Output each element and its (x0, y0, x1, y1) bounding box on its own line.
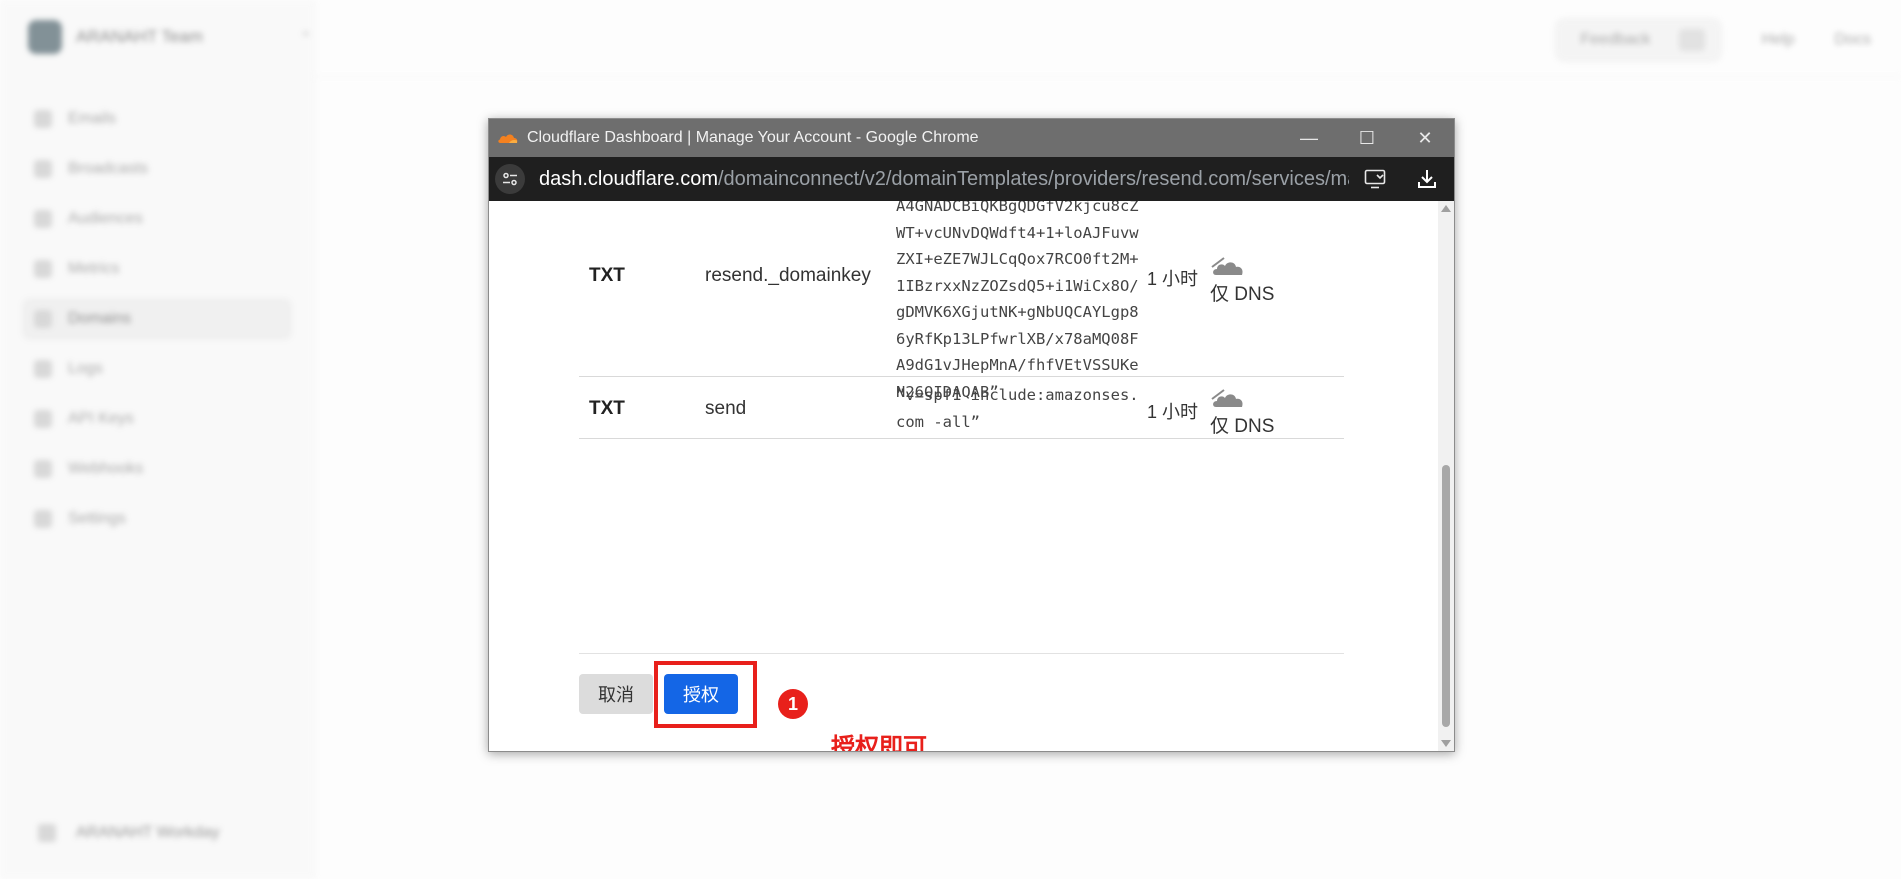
record-ttl: 1 小时 (1147, 269, 1199, 289)
address-bar: dash.cloudflare.com/domainconnect/v2/dom… (489, 157, 1454, 201)
annotation-step-marker: 1 (778, 689, 808, 719)
workspace-name: ARANAHT Team (76, 27, 203, 46)
globe-icon (34, 310, 52, 328)
sidebar-nav: Emails Broadcasts Audiences Metrics Doma… (22, 98, 292, 548)
record-name: send (705, 398, 747, 419)
workspace-logo (28, 20, 62, 54)
sidebar-item-emails[interactable]: Emails (22, 98, 292, 140)
window-titlebar: Cloudflare Dashboard | Manage Your Accou… (489, 119, 1454, 157)
header-divider (315, 76, 1901, 77)
record-type: TXT (589, 398, 625, 419)
shortcut-key-icon (1678, 29, 1705, 51)
cloudflare-logo-icon (498, 134, 518, 143)
scroll-up-icon[interactable] (1441, 205, 1451, 212)
user-name: ARANAHT Workday (76, 824, 220, 841)
record-content: ”v=spf1 include:amazonses.com -all” (896, 386, 1139, 431)
sidebar-item-domains[interactable]: Domains (22, 298, 292, 340)
url-field[interactable]: dash.cloudflare.com/domainconnect/v2/dom… (539, 168, 1349, 191)
chart-icon (34, 260, 52, 278)
scroll-down-icon[interactable] (1441, 740, 1451, 747)
install-app-icon[interactable] (1349, 169, 1401, 189)
dns-record-row: TXT send ”v=spf1 include:amazonses.com -… (579, 377, 1344, 439)
record-type: TXT (589, 265, 625, 286)
dns-only-cloud-icon (1211, 257, 1243, 275)
scrollbar-thumb[interactable] (1442, 465, 1450, 727)
download-icon[interactable] (1401, 169, 1453, 189)
users-icon (34, 210, 52, 228)
minimize-icon[interactable]: — (1280, 128, 1338, 149)
close-icon[interactable]: ✕ (1396, 128, 1454, 149)
record-content: A4GNADCBiQKBgQDGfV2kjcu8cZWT+vcUNvDQWdft… (896, 201, 1139, 401)
popup-window: Cloudflare Dashboard | Manage Your Accou… (488, 118, 1455, 752)
sidebar-item-api-keys[interactable]: API Keys (22, 398, 292, 440)
key-icon (34, 410, 52, 428)
broadcast-icon (34, 160, 52, 178)
chevron-icon: ⌃ (300, 28, 312, 45)
mail-icon (34, 110, 52, 128)
scrollbar[interactable] (1438, 201, 1454, 751)
sidebar-item-metrics[interactable]: Metrics (22, 248, 292, 290)
record-ttl: 1 小时 (1147, 402, 1199, 422)
dns-record-row: TXT resend._domainkey A4GNADCBiQKBgQDGfV… (579, 201, 1344, 401)
top-bar: Feedback Help Docs (1555, 18, 1871, 62)
list-icon (34, 360, 52, 378)
annotation-note: 授权即可 (831, 734, 927, 751)
window-title: Cloudflare Dashboard | Manage Your Accou… (527, 129, 979, 146)
dns-only-cloud-icon (1211, 389, 1243, 407)
proxy-status: 仅 DNS (1210, 255, 1274, 306)
proxy-status: 仅 DNS (1210, 387, 1274, 438)
user-icon (38, 824, 56, 842)
docs-link[interactable]: Docs (1835, 31, 1871, 49)
workspace-switcher[interactable]: ARANAHT Team ⌃ (28, 20, 312, 54)
sidebar-item-settings[interactable]: Settings (22, 498, 292, 540)
sidebar-item-audiences[interactable]: Audiences (22, 198, 292, 240)
sidebar-item-broadcasts[interactable]: Broadcasts (22, 148, 292, 190)
page-content: TXT resend._domainkey A4GNADCBiQKBgQDGfV… (489, 201, 1454, 751)
user-menu[interactable]: ARANAHT Workday (38, 824, 219, 842)
divider (579, 653, 1344, 654)
record-name: resend._domainkey (705, 265, 871, 286)
annotation-highlight-box (654, 661, 757, 728)
gear-icon (34, 510, 52, 528)
webhook-icon (34, 460, 52, 478)
maximize-icon[interactable]: ☐ (1338, 128, 1396, 149)
help-link[interactable]: Help (1762, 31, 1795, 49)
sidebar-item-webhooks[interactable]: Webhooks (22, 448, 292, 490)
feedback-button[interactable]: Feedback (1555, 18, 1722, 62)
sidebar: ARANAHT Team ⌃ Emails Broadcasts Audienc… (0, 0, 315, 879)
site-settings-icon[interactable] (495, 164, 525, 194)
cancel-button[interactable]: 取消 (579, 674, 653, 714)
sidebar-item-logs[interactable]: Logs (22, 348, 292, 390)
